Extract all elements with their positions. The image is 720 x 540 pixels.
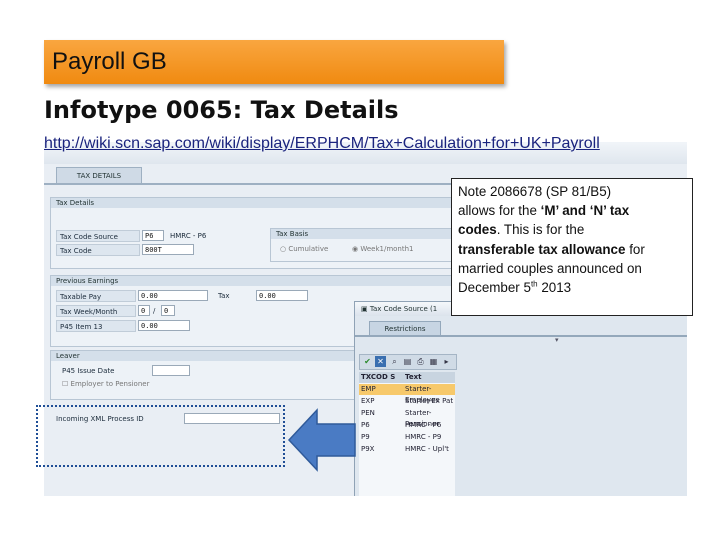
tax-code-source-field[interactable]: P6 bbox=[142, 230, 164, 241]
tax-code-field[interactable]: 800T bbox=[142, 244, 194, 255]
week1-label: Week1/month1 bbox=[360, 245, 414, 253]
tax-code-source-label: Tax Code Source bbox=[56, 230, 140, 242]
check-icon[interactable]: ✔ bbox=[362, 356, 373, 367]
note-line-3: codes. This is for the bbox=[458, 222, 585, 238]
tax-field[interactable]: 0.00 bbox=[256, 290, 308, 301]
popup-icon: ▣ bbox=[361, 305, 370, 313]
column-header-text: Text bbox=[405, 373, 422, 381]
list-item[interactable]: P9 HMRC - P9 bbox=[359, 432, 455, 443]
list-item-code: EMP bbox=[361, 385, 376, 393]
list-item[interactable]: P6 HMRC - P6 bbox=[359, 420, 455, 431]
p45-issue-date-label: P45 Issue Date bbox=[62, 367, 115, 375]
popup-title-text: Tax Code Source (1 bbox=[369, 305, 438, 313]
note-callout: Note 2086678 (SP 81/B5) allows for the ‘… bbox=[451, 178, 693, 316]
note-line-4: transferable tax allowance for bbox=[458, 241, 645, 257]
radio-week1[interactable]: ◉ Week1/month1 bbox=[352, 245, 414, 253]
note-line-6: December 5th 2013 bbox=[458, 279, 572, 296]
note-line-2: allows for the ‘M’ and ‘N’ tax bbox=[458, 203, 630, 219]
p45-issue-date-field[interactable] bbox=[152, 365, 190, 376]
list-item-text: HMRC - P9 bbox=[405, 433, 442, 441]
list-item-code: P6 bbox=[361, 421, 370, 429]
tax-code-label: Tax Code bbox=[56, 244, 140, 256]
left-arrow-icon bbox=[287, 408, 356, 472]
list-header: TXCOD S Text bbox=[359, 372, 455, 383]
tab-tax-details[interactable]: TAX DETAILS bbox=[56, 167, 142, 184]
popup-toolbar: ✔ ✕ ⌕ ▤ ⎙ ▦ ▸ bbox=[359, 354, 457, 370]
p45-item-field[interactable]: 0.00 bbox=[138, 320, 190, 331]
find-icon[interactable]: ⌕ bbox=[389, 356, 400, 367]
find-next-icon[interactable]: ▤ bbox=[402, 356, 413, 367]
menu-icon[interactable]: ▸ bbox=[441, 356, 452, 367]
tax-code-source-desc: HMRC - P6 bbox=[170, 232, 207, 240]
list-item-code: PEN bbox=[361, 409, 375, 417]
arrow-shape bbox=[287, 408, 356, 472]
list-item[interactable]: P9X HMRC - Upl't bbox=[359, 444, 455, 455]
employer-to-pensioner-label: Employer to Pensioner bbox=[70, 380, 150, 388]
tax-basis-header: Tax Basis bbox=[271, 229, 461, 239]
taxable-pay-field[interactable]: 0.00 bbox=[138, 290, 208, 301]
tax-label: Tax bbox=[218, 292, 230, 300]
banner-title: Payroll GB bbox=[52, 48, 167, 75]
tax-week-field[interactable]: 0 bbox=[138, 305, 150, 316]
list-item-code: P9X bbox=[361, 445, 375, 453]
tax-week-label: Tax Week/Month bbox=[56, 305, 136, 317]
list-item-text: Starter-Ex Pat bbox=[405, 397, 454, 405]
highlight-box bbox=[36, 405, 285, 467]
tax-week-separator: / bbox=[153, 307, 156, 315]
taxable-pay-label: Taxable Pay bbox=[56, 290, 136, 302]
list-item-code: EXP bbox=[361, 397, 375, 405]
radio-cumulative[interactable]: ○ Cumulative bbox=[280, 245, 328, 253]
cancel-icon[interactable]: ✕ bbox=[375, 356, 386, 367]
p45-item-label: P45 Item 13 bbox=[56, 320, 136, 332]
tax-code-list: TXCOD S Text EMP Starter-Employee EXP St… bbox=[359, 372, 455, 496]
list-item-text: HMRC - P6 bbox=[405, 421, 442, 429]
print-icon[interactable]: ⎙ bbox=[415, 356, 426, 367]
employer-to-pensioner-checkbox[interactable]: ☐ Employer to Pensioner bbox=[62, 380, 149, 388]
column-header-code: TXCOD S bbox=[361, 373, 396, 381]
tax-code-source-popup: ▣ Tax Code Source (1 Restrictions ▾ ✔ ✕ … bbox=[354, 301, 687, 496]
expand-icon[interactable]: ▾ bbox=[555, 336, 559, 344]
filter-icon[interactable]: ▦ bbox=[428, 356, 439, 367]
slide-heading: Infotype 0065: Tax Details bbox=[44, 96, 399, 124]
cumulative-label: Cumulative bbox=[288, 245, 329, 253]
popup-tab-divider bbox=[355, 335, 687, 337]
note-line-1: Note 2086678 (SP 81/B5) bbox=[458, 184, 612, 199]
list-item[interactable]: PEN Starter-Pensioner bbox=[359, 408, 455, 428]
tab-restrictions[interactable]: Restrictions bbox=[369, 321, 441, 336]
tax-month-field[interactable]: 0 bbox=[161, 305, 175, 316]
list-item-code: P9 bbox=[361, 433, 370, 441]
list-item[interactable]: EMP Starter-Employee bbox=[359, 384, 455, 404]
note-line-5: married couples announced on bbox=[458, 260, 642, 276]
list-item[interactable]: EXP Starter-Ex Pat bbox=[359, 396, 455, 407]
list-item-text: HMRC - Upl't bbox=[405, 445, 449, 453]
source-url-link[interactable]: http://wiki.scn.sap.com/wiki/display/ERP… bbox=[44, 135, 600, 153]
